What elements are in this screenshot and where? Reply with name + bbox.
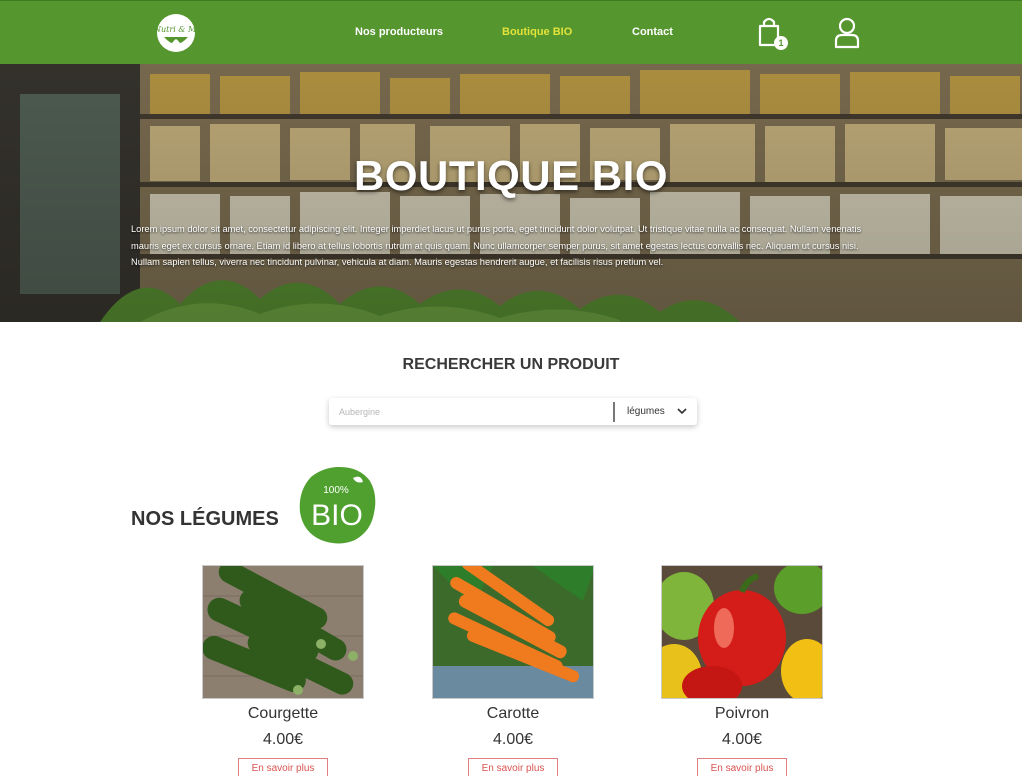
nav-link-contact[interactable]: Contact — [632, 26, 673, 38]
logo[interactable]: Nutri & Me — [150, 13, 204, 53]
cart-count-badge: 1 — [774, 36, 788, 50]
category-select[interactable]: légumes — [619, 398, 697, 425]
badge-percent: 100% — [323, 485, 349, 496]
category-select-value: légumes — [627, 406, 665, 417]
logo-text: Nutri & Me — [154, 25, 201, 34]
product-image-courgette[interactable] — [202, 565, 364, 699]
search-bar: légumes — [329, 398, 697, 425]
product-name: Courgette — [247, 705, 319, 722]
nav-link-boutique-bio[interactable]: Boutique BIO — [502, 26, 572, 38]
hero-description: Lorem ipsum dolor sit amet, consectetur … — [131, 224, 862, 267]
courgette-image — [203, 566, 363, 698]
search-heading: RECHERCHER UN PRODUIT — [402, 356, 620, 373]
carrot-image — [433, 566, 593, 698]
learn-more-button[interactable]: En savoir plus — [468, 758, 558, 776]
product-name: Carotte — [486, 705, 540, 722]
product-image-carotte[interactable] — [432, 565, 594, 699]
product-price: 4.00€ — [262, 731, 304, 748]
product-card-poivron: Poivron 4.00€ En savoir plus — [661, 565, 823, 776]
section-title: NOS LÉGUMES — [131, 508, 279, 530]
product-name: Poivron — [714, 705, 770, 722]
product-price: 4.00€ — [492, 731, 534, 748]
user-icon[interactable] — [833, 17, 861, 49]
search-input[interactable] — [329, 398, 613, 425]
nav-link-producteurs[interactable]: Nos producteurs — [355, 26, 443, 38]
product-image-poivron[interactable] — [661, 565, 823, 699]
product-price: 4.00€ — [721, 731, 763, 748]
pepper-image — [662, 566, 822, 698]
product-card-courgette: Courgette 4.00€ En savoir plus — [202, 565, 364, 776]
top-nav-bar: Nutri & Me Nos producteurs Boutique BIO … — [0, 0, 1022, 64]
search-divider — [613, 402, 615, 422]
product-card-carotte: Carotte 4.00€ En savoir plus — [432, 565, 594, 776]
badge-bio-text: BIO — [311, 499, 363, 532]
learn-more-button[interactable]: En savoir plus — [238, 758, 328, 776]
hero-title: BOUTIQUE BIO — [353, 152, 668, 199]
learn-more-button[interactable]: En savoir plus — [697, 758, 787, 776]
organic-badge: 100% BIO — [299, 466, 376, 544]
hero-banner: BOUTIQUE BIO Lorem ipsum dolor sit amet,… — [0, 64, 1022, 322]
chevron-down-icon — [677, 408, 687, 415]
